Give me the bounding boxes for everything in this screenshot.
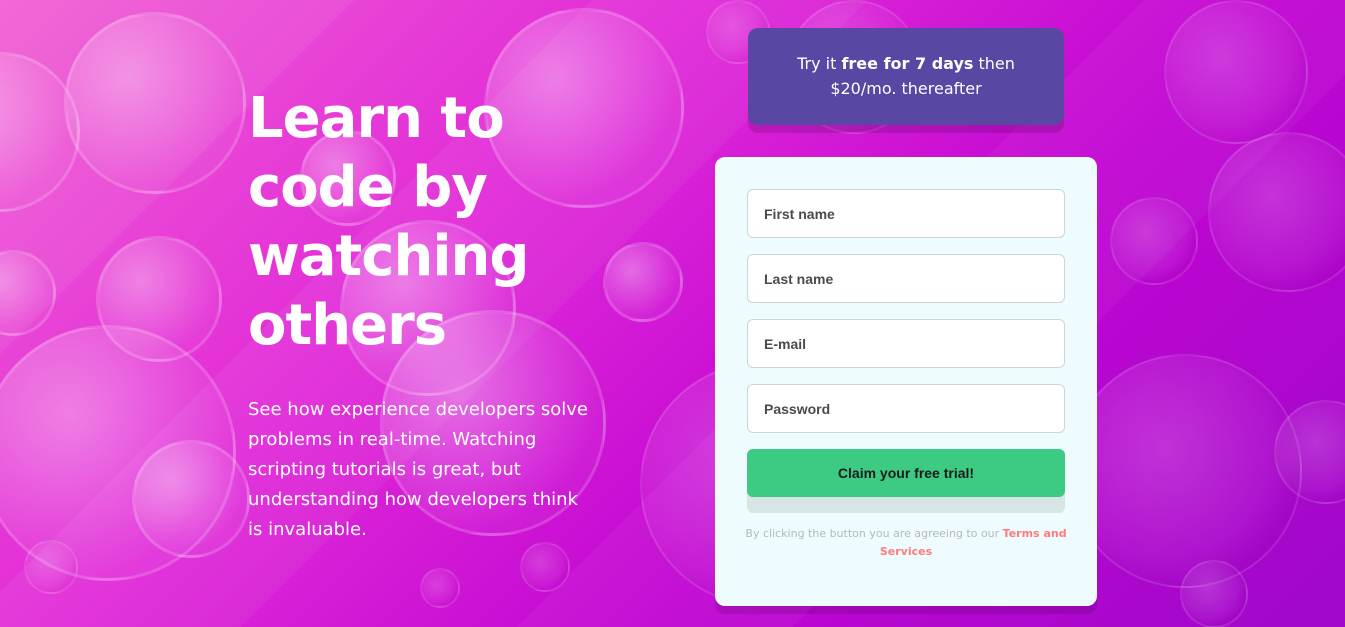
landing-page: Learn to code by watching others See how… xyxy=(0,0,1345,627)
background-bubble-6 xyxy=(132,440,250,558)
background-bubble-21 xyxy=(520,542,570,592)
background-bubble-3 xyxy=(96,236,222,362)
terms-text: By clicking the button you are agreeing … xyxy=(745,525,1067,561)
hero-section: Learn to code by watching others See how… xyxy=(248,84,643,545)
background-bubble-19 xyxy=(1180,560,1248,627)
background-bubble-18 xyxy=(1274,400,1345,504)
first-name-field[interactable] xyxy=(747,189,1065,238)
hero-description-line-2: problems in real-time. Watching xyxy=(248,429,537,450)
background-bubble-23 xyxy=(24,540,78,594)
hero-description: See how experience developers solve prob… xyxy=(248,395,628,545)
password-field[interactable] xyxy=(747,384,1065,433)
hero-description-line-5: is invaluable. xyxy=(248,519,367,540)
signup-form: Claim your free trial! By clicking the b… xyxy=(715,157,1097,606)
terms-prefix: By clicking the button you are agreeing … xyxy=(745,527,1003,540)
background-bubble-2 xyxy=(0,52,80,212)
hero-description-line-4: understanding how developers think xyxy=(248,489,578,510)
background-bubble-16 xyxy=(1110,197,1198,285)
background-bubble-17 xyxy=(1068,354,1302,588)
promo-suffix-line-1: then xyxy=(973,54,1015,73)
trial-promo-banner: Try it free for 7 days then $20/mo. ther… xyxy=(748,28,1064,125)
background-bubble-1 xyxy=(64,12,246,194)
background-bubble-14 xyxy=(1164,0,1308,144)
last-name-field[interactable] xyxy=(747,254,1065,303)
background-bubble-4 xyxy=(0,250,56,336)
hero-description-line-1: See how experience developers solve xyxy=(248,399,589,420)
promo-line-2: $20/mo. thereafter xyxy=(830,79,982,98)
background-bubble-5 xyxy=(0,325,236,581)
background-bubble-22 xyxy=(420,568,460,608)
hero-title-line-4: others xyxy=(248,293,447,358)
hero-title: Learn to code by watching others xyxy=(248,84,538,360)
background-bubble-15 xyxy=(1208,132,1345,292)
promo-prefix: Try it xyxy=(797,54,842,73)
hero-title-line-1: Learn to xyxy=(248,86,505,151)
hero-title-line-3: watching xyxy=(248,224,530,289)
hero-description-line-3: scripting tutorials is great, but xyxy=(248,459,521,480)
hero-title-line-2: code by xyxy=(248,155,488,220)
promo-highlight: free for 7 days xyxy=(841,54,974,73)
claim-free-trial-button[interactable]: Claim your free trial! xyxy=(747,449,1065,497)
email-field[interactable] xyxy=(747,319,1065,368)
